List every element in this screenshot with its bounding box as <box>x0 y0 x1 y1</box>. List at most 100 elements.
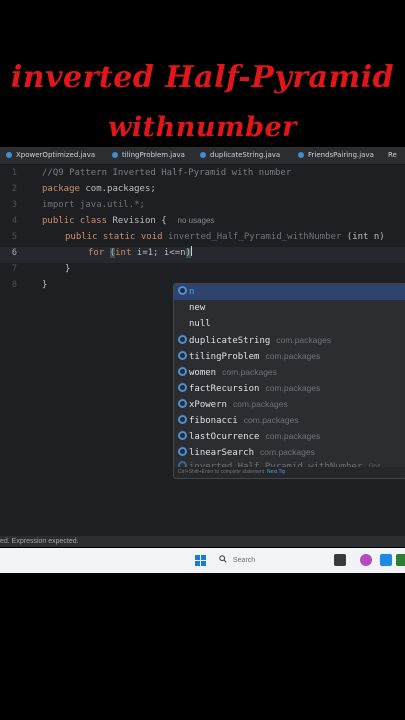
completion-package: com.packages <box>265 431 321 441</box>
tab-xpoweroptimized[interactable]: XpowerOptimized.java <box>6 147 95 164</box>
completion-label: n <box>189 287 195 297</box>
code-keyword: for <box>88 248 105 258</box>
class-icon <box>178 383 187 392</box>
tab-friendspairing[interactable]: FriendsPairing.java <box>298 147 374 164</box>
autocomplete-popup: n new null duplicateString com.packages t… <box>173 283 405 479</box>
java-file-icon <box>6 152 12 158</box>
completion-item[interactable]: duplicateString com.packages <box>174 332 405 348</box>
overlay-title-line1: inverted Half-Pyramid <box>10 60 395 95</box>
code-text: (int n) <box>341 232 385 242</box>
code-keyword: int <box>115 248 132 258</box>
completion-package: com.packages <box>222 367 277 377</box>
editor-tab-bar: XpowerOptimized.java tilingProblem.java … <box>0 147 405 165</box>
line-number: 6 <box>11 248 17 258</box>
app-icon[interactable] <box>360 554 372 566</box>
text-caret <box>190 246 192 256</box>
code-keyword: public class <box>42 216 108 226</box>
tab-label: tilingProblem.java <box>122 151 185 159</box>
code-text: java.util.*; <box>74 200 145 210</box>
code-line-3: import java.util.*; <box>42 197 405 213</box>
status-bar: ed. Expression expected. <box>0 536 405 547</box>
windows-start-icon[interactable] <box>195 555 206 566</box>
completion-label: null <box>189 319 211 329</box>
tab-label: FriendsPairing.java <box>308 151 374 159</box>
search-icon <box>219 555 227 563</box>
mail-icon[interactable] <box>380 554 392 566</box>
completion-item[interactable]: fibonacci com.packages <box>174 412 405 428</box>
ide-window: XpowerOptimized.java tilingProblem.java … <box>0 147 405 547</box>
completion-item[interactable]: tilingProblem com.packages <box>174 348 405 364</box>
class-name: Revision <box>107 216 156 226</box>
code-text: } <box>42 280 48 290</box>
code-editor[interactable]: 1 2 3 4 5 6 7 8 //Q9 Pattern Inverted Ha… <box>0 165 405 535</box>
completion-package: com.packages <box>265 351 321 361</box>
line-number: 1 <box>11 168 17 178</box>
tab-label: XpowerOptimized.java <box>16 151 96 159</box>
code-text: com.packages; <box>79 184 156 194</box>
completion-item[interactable]: xPowern com.packages <box>174 396 405 412</box>
autocomplete-footer: Ctrl+Shift+Enter to complete statement N… <box>174 467 405 478</box>
completion-label: fibonacci <box>189 416 238 426</box>
code-line-5: public static void inverted_Half_Pyramid… <box>65 229 405 245</box>
java-file-icon <box>298 152 304 158</box>
completion-package: com.packages <box>265 383 321 393</box>
line-number: 4 <box>11 216 17 226</box>
java-file-icon <box>112 152 118 158</box>
code-line-1: //Q9 Pattern Inverted Half-Pyramid with … <box>42 165 405 181</box>
completion-package: com.packages <box>232 399 288 409</box>
completion-label: duplicateString <box>189 336 271 346</box>
task-view-icon[interactable] <box>334 554 346 566</box>
completion-label: linearSearch <box>189 448 255 458</box>
completion-label: factRecursion <box>189 384 260 394</box>
status-message: ed. Expression expected. <box>0 538 79 545</box>
completion-item[interactable]: new <box>174 300 405 316</box>
line-number: 7 <box>11 264 17 274</box>
class-icon <box>178 351 187 360</box>
completion-item[interactable]: factRecursion com.packages <box>174 380 405 396</box>
completion-package: com.packages <box>276 335 332 345</box>
completion-item[interactable]: lastOcurrence com.packages <box>174 428 405 444</box>
tab-revision[interactable]: Re <box>388 147 397 164</box>
completion-label: new <box>189 303 206 313</box>
taskbar-search[interactable]: Search <box>215 552 335 569</box>
completion-label: tilingProblem <box>189 352 260 362</box>
line-number: 3 <box>11 200 17 210</box>
code-keyword: package <box>42 184 80 194</box>
tab-tilingproblem[interactable]: tilingProblem.java <box>112 147 185 164</box>
tab-label: Re <box>388 151 397 159</box>
class-icon <box>178 367 187 376</box>
completion-item[interactable]: n <box>174 284 405 300</box>
code-text: i=1; i<=n <box>131 248 186 258</box>
code-keyword: public static void <box>65 232 163 242</box>
completion-package: com.packages <box>260 447 315 457</box>
app-icon-2[interactable] <box>396 554 405 566</box>
tab-label: duplicateString.java <box>210 151 281 159</box>
class-icon <box>178 399 187 408</box>
search-placeholder: Search <box>233 557 256 564</box>
variable-icon <box>178 286 187 295</box>
completion-package: com.packages <box>243 415 299 425</box>
line-number: 2 <box>11 184 17 194</box>
code-comment: //Q9 Pattern Inverted Half-Pyramid with … <box>42 168 292 178</box>
footer-text: Ctrl+Shift+Enter to complete statement <box>178 469 265 475</box>
java-file-icon <box>200 152 206 158</box>
code-text: } <box>65 264 71 274</box>
tab-duplicatestring[interactable]: duplicateString.java <box>200 147 280 164</box>
code-text: { <box>155 216 167 226</box>
code-line-7: } <box>65 261 405 277</box>
line-number: 8 <box>11 280 17 290</box>
next-tip-link[interactable]: Next Tip <box>267 469 285 475</box>
code-line-2: package com.packages; <box>42 181 405 197</box>
completion-item[interactable]: null <box>174 316 405 332</box>
class-icon <box>178 335 187 344</box>
class-icon <box>178 431 187 440</box>
completion-label: women <box>189 368 217 378</box>
completion-item[interactable]: women com.packages <box>174 364 405 380</box>
code-line-6: for (int i=1; i<=n) <box>88 245 405 261</box>
windows-taskbar: Search <box>0 548 405 573</box>
method-name: inverted_Half_Pyramid_withNumber <box>162 232 342 242</box>
code-keyword: import <box>42 200 75 210</box>
class-icon <box>178 415 187 424</box>
class-icon <box>178 447 187 456</box>
usage-hint[interactable]: no usages <box>178 216 215 225</box>
